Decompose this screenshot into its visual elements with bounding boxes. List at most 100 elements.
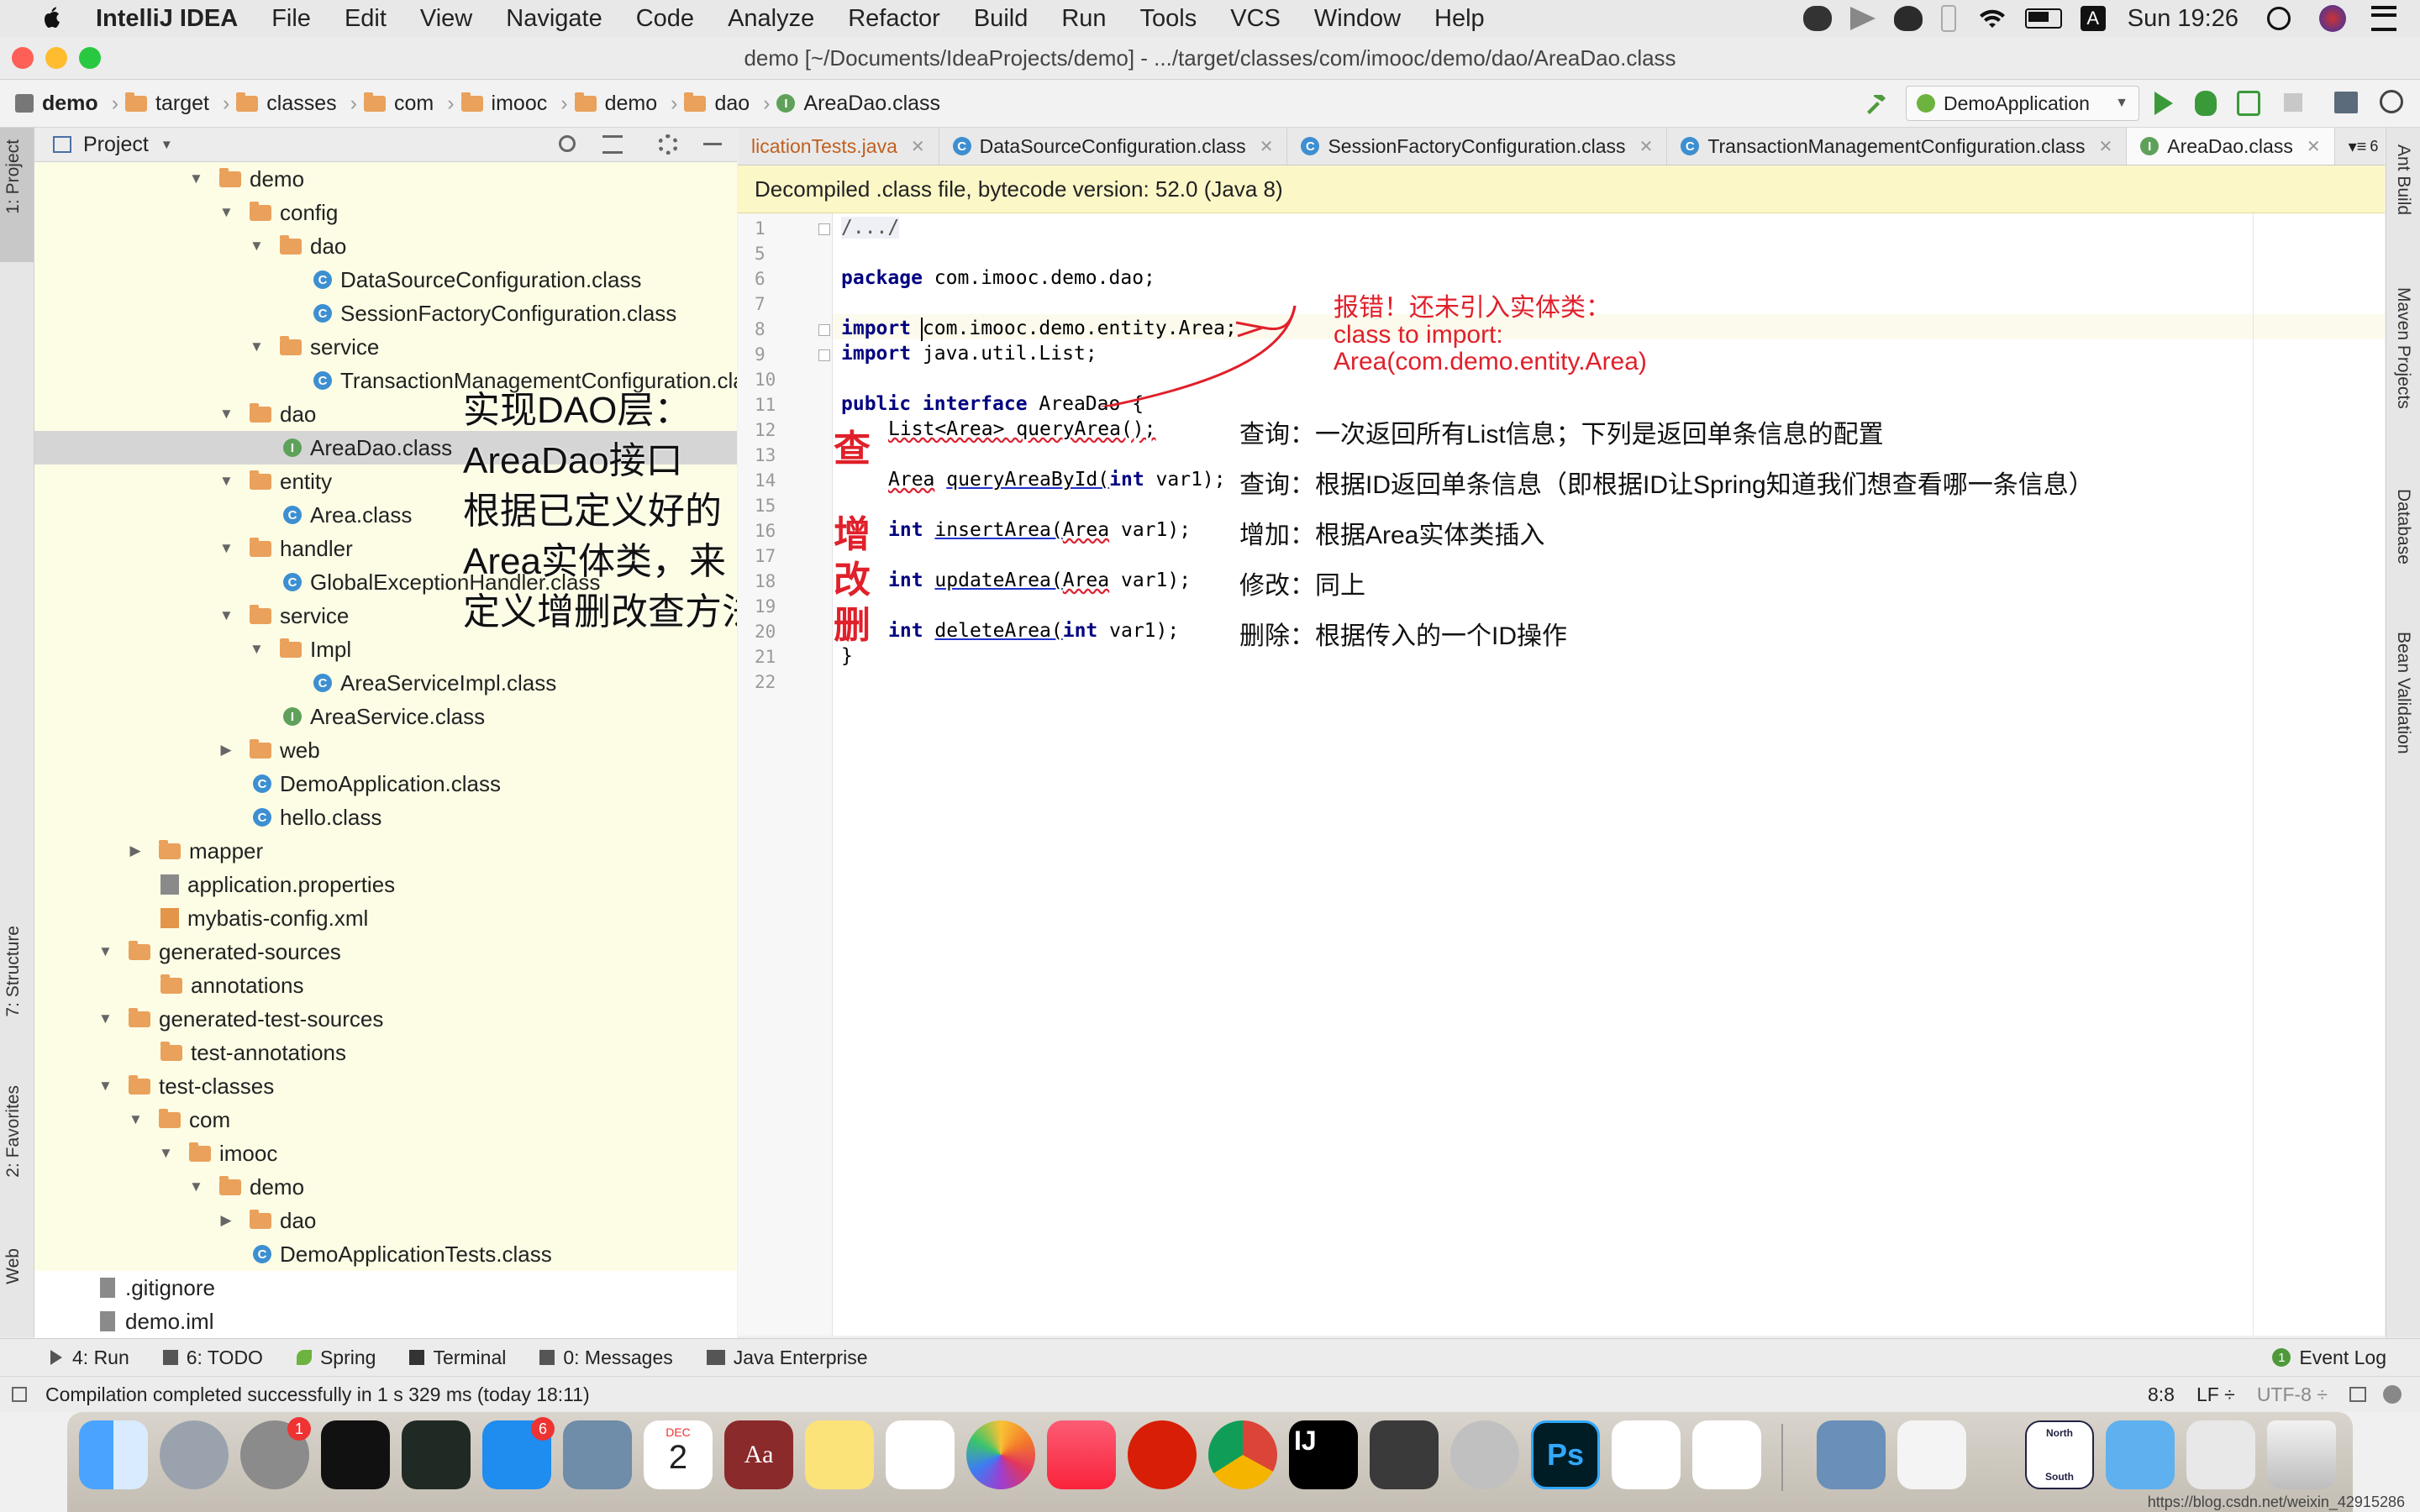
code-editor[interactable]: /.../ package com.imooc.demo.dao; import… [833, 213, 2385, 1336]
tree-item[interactable]: demo.iml [34, 1305, 737, 1338]
tree-item[interactable]: ▼ generated-test-sources [34, 1002, 737, 1036]
menu-code[interactable]: Code [636, 5, 694, 33]
tool-tab-bean-validation[interactable]: Bean Validation [2393, 632, 2413, 754]
close-tab-icon[interactable]: ✕ [2307, 136, 2321, 157]
tree-item[interactable]: application.properties [34, 868, 737, 901]
disk-utility-icon[interactable] [1450, 1420, 1519, 1489]
collapse-arrow-icon[interactable]: ▶ [129, 843, 142, 859]
photos-icon[interactable] [966, 1420, 1035, 1489]
breadcrumb-demo-package[interactable]: demo [574, 92, 657, 116]
bluetooth-icon[interactable] [1940, 5, 1956, 32]
expand-arrow-icon[interactable]: ▼ [189, 171, 203, 187]
mail-stamp-icon[interactable] [563, 1420, 632, 1489]
menu-edit[interactable]: Edit [345, 5, 387, 33]
status-panel-icon[interactable] [12, 1387, 27, 1402]
debug-icon[interactable] [2195, 91, 2217, 116]
tree-item[interactable]: test-annotations [34, 1036, 737, 1069]
collapsed-region[interactable]: /.../ [841, 217, 900, 239]
breadcrumb-dao[interactable]: dao [684, 92, 750, 116]
tool-tab-structure[interactable]: 7: Structure [3, 926, 24, 1017]
intellij-icon[interactable]: IJ [1289, 1420, 1358, 1489]
folder-stack-icon[interactable] [2106, 1420, 2175, 1489]
editor-tab-areadao[interactable]: I AreaDao.class ✕ [2127, 128, 2335, 165]
tree-item[interactable]: C DataSourceConfiguration.class [34, 263, 737, 297]
stop-icon[interactable] [2284, 93, 2302, 112]
tree-item[interactable]: ▼ demo [34, 162, 737, 196]
expand-arrow-icon[interactable]: ▼ [98, 1078, 113, 1095]
notification-center-icon[interactable] [2371, 6, 2396, 31]
expand-arrow-icon[interactable]: ▼ [98, 1011, 113, 1027]
fold-marker-icon[interactable] [818, 223, 830, 235]
project-view-select[interactable]: Project [83, 133, 149, 157]
chrome-icon[interactable] [1208, 1420, 1277, 1489]
wechat-app-icon[interactable] [1692, 1420, 1761, 1489]
tree-item[interactable]: ▼ service [34, 330, 737, 364]
menu-help[interactable]: Help [1434, 5, 1485, 33]
menu-clock[interactable]: Sun 19:26 [2128, 5, 2238, 33]
expand-arrow-icon[interactable]: ▼ [129, 1111, 143, 1128]
dictionary-icon[interactable]: Aa [724, 1420, 793, 1489]
wifi-icon[interactable] [1978, 8, 2007, 29]
tool-tab-project[interactable]: 1: Project [3, 139, 24, 214]
tool-window-todo[interactable]: 6: TODO [162, 1347, 263, 1369]
battery-icon[interactable] [2024, 8, 2062, 29]
tree-item[interactable]: ▼ Impl [34, 633, 737, 666]
breadcrumb-target[interactable]: target [125, 92, 209, 116]
coverage-icon[interactable] [2237, 91, 2260, 116]
collapse-arrow-icon[interactable]: ▶ [219, 742, 233, 759]
tool-tab-ant-build[interactable]: Ant Build [2393, 144, 2413, 215]
search-everywhere-icon[interactable] [2380, 90, 2403, 113]
menu-analyze[interactable]: Analyze [728, 5, 814, 33]
fold-marker-icon[interactable] [818, 324, 830, 336]
tool-window-java-enterprise[interactable]: Java Enterprise [706, 1347, 868, 1369]
downloads-stack-icon[interactable] [2186, 1420, 2255, 1489]
line-separator[interactable]: LF ÷ [2196, 1383, 2235, 1406]
photoshop-icon[interactable]: Ps [1531, 1420, 1600, 1489]
tree-item[interactable]: C DemoApplicationTests.class [34, 1237, 737, 1271]
hide-panel-icon[interactable] [703, 143, 722, 145]
tree-item[interactable]: annotations [34, 969, 737, 1002]
send-icon[interactable] [1849, 7, 1876, 30]
tool-tab-maven-projects[interactable]: Maven Projects [2393, 287, 2413, 409]
breadcrumb-imooc[interactable]: imooc [460, 92, 547, 116]
tree-item[interactable]: ▼ demo [34, 1170, 737, 1204]
close-tab-icon[interactable]: ✕ [1639, 136, 1654, 157]
wechat-icon[interactable] [1802, 6, 1832, 31]
apple-icon[interactable] [29, 0, 72, 37]
activity-monitor-icon[interactable] [402, 1420, 471, 1489]
tool-window-run[interactable]: 4: Run [50, 1347, 129, 1369]
finder-icon[interactable] [79, 1420, 148, 1489]
menu-run[interactable]: Run [1061, 5, 1106, 33]
breadcrumb-classes[interactable]: classes [236, 92, 337, 116]
tree-item[interactable]: mybatis-config.xml [34, 901, 737, 935]
menu-vcs[interactable]: VCS [1230, 5, 1281, 33]
reminders-icon[interactable] [886, 1420, 955, 1489]
breadcrumb-com[interactable]: com [363, 92, 434, 116]
tool-tab-web[interactable]: Web [3, 1248, 24, 1284]
menu-tools[interactable]: Tools [1140, 5, 1197, 33]
tool-tab-favorites[interactable]: 2: Favorites [3, 1085, 24, 1178]
tree-item[interactable]: .gitignore [34, 1271, 737, 1305]
editor-tab-application-tests[interactable]: licationTests.java ✕ [738, 128, 939, 165]
spotlight-icon[interactable] [2267, 7, 2291, 30]
run-icon[interactable] [2154, 92, 2173, 115]
tree-item[interactable]: ▼ com [34, 1103, 737, 1137]
expand-arrow-icon[interactable]: ▼ [219, 540, 234, 557]
music-icon[interactable] [1047, 1420, 1116, 1489]
terminal-app-icon[interactable] [321, 1420, 390, 1489]
qq-icon[interactable] [1893, 6, 1923, 31]
expand-arrow-icon[interactable]: ▼ [219, 204, 234, 221]
editor-tab-session-factory-config[interactable]: C SessionFactoryConfiguration.class ✕ [1287, 128, 1668, 165]
locate-icon[interactable] [559, 135, 576, 152]
tree-item[interactable]: C DemoApplication.class [34, 767, 737, 801]
tool-window-terminal[interactable]: Terminal [409, 1347, 506, 1369]
tree-item[interactable]: ▼ test-classes [34, 1069, 737, 1103]
tool-window-spring[interactable]: Spring [296, 1347, 376, 1369]
tabs-overflow-button[interactable]: ▾≡ 6 [2335, 128, 2385, 165]
event-log-button[interactable]: 1 Event Log [2272, 1347, 2386, 1369]
file-encoding[interactable]: UTF-8 ÷ [2257, 1383, 2328, 1406]
tree-item[interactable]: C SessionFactoryConfiguration.class [34, 297, 737, 330]
expand-arrow-icon[interactable]: ▼ [250, 238, 264, 255]
editor-tab-datasource-config[interactable]: C DataSourceConfiguration.class ✕ [939, 128, 1288, 165]
build-hammer-icon[interactable] [1864, 92, 1887, 115]
